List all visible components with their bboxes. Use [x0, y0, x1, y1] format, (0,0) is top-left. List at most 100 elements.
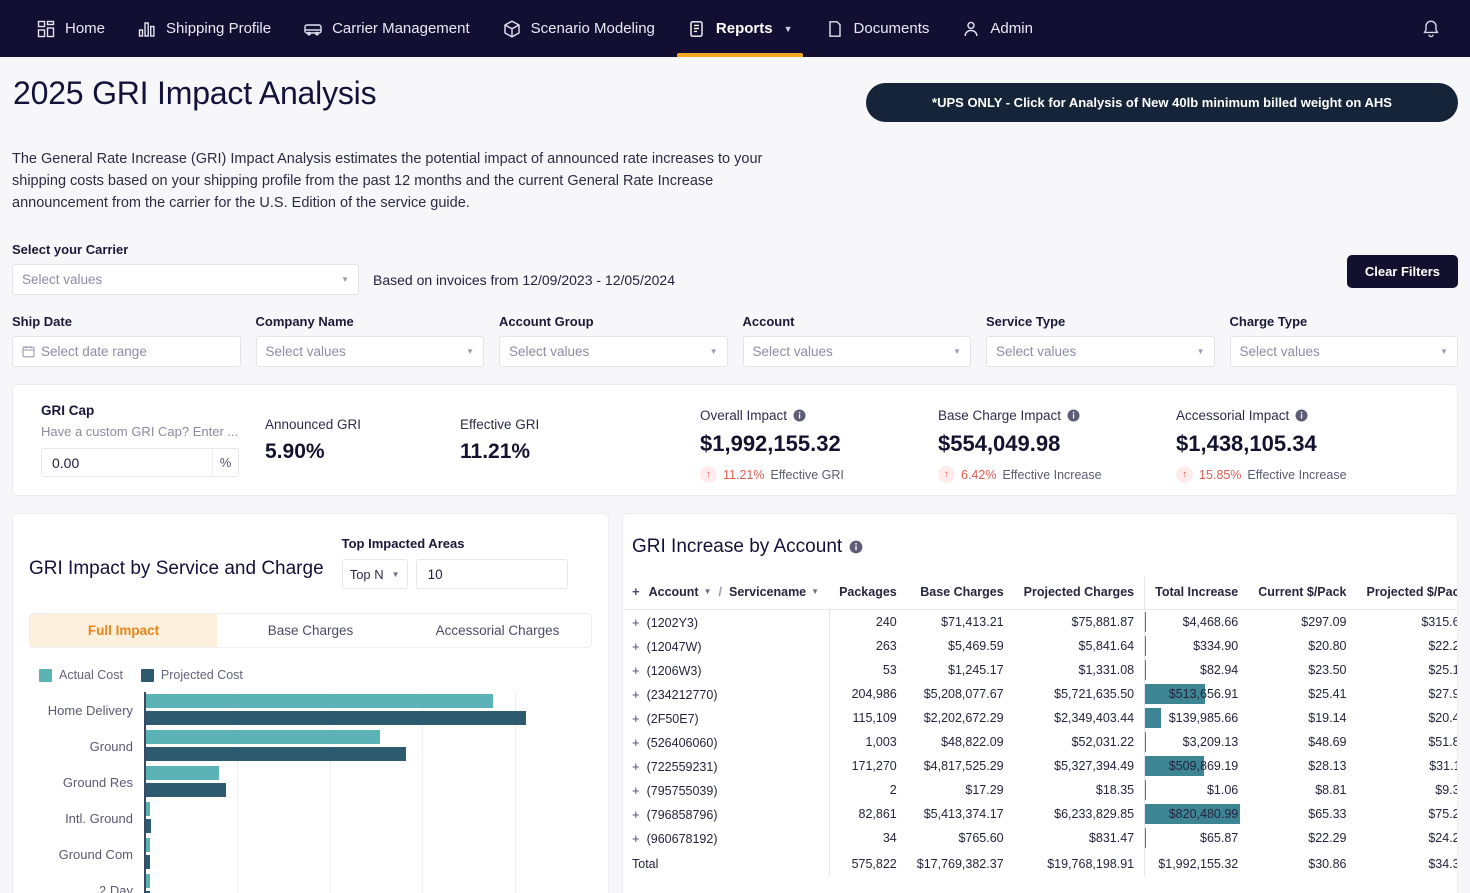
- ups-analysis-banner-button[interactable]: *UPS ONLY - Click for Analysis of New 40…: [866, 83, 1458, 122]
- carrier-select[interactable]: Select values ▼: [12, 264, 359, 295]
- tab-full-impact[interactable]: Full Impact: [30, 614, 217, 647]
- cell-projected-charges: $75,881.87: [1071, 615, 1135, 629]
- company-name-select[interactable]: Select values ▼: [255, 336, 484, 367]
- table-row[interactable]: + (960678192) 34 $765.60 $831.47 $65.87 $22.29…: [623, 826, 1457, 850]
- bar-projected-cost[interactable]: [146, 747, 407, 761]
- bar-projected-cost[interactable]: [146, 783, 227, 797]
- table-row[interactable]: + (796858796) 82,861 $5,413,374.17 $6,233,82…: [623, 802, 1457, 826]
- col-account-servicename[interactable]: + Account ▼ / Servicename ▼: [623, 577, 830, 610]
- bar-actual-cost[interactable]: [146, 694, 493, 708]
- topn-value-input[interactable]: 10: [415, 559, 568, 589]
- cell-account[interactable]: + (722559231): [623, 754, 830, 778]
- ship-date-input[interactable]: Select date range: [12, 336, 241, 367]
- tab-accessorial-charges[interactable]: Accessorial Charges: [404, 614, 591, 647]
- expand-row-icon[interactable]: +: [632, 783, 640, 798]
- total-increase-value: $334.90: [1193, 639, 1239, 653]
- chevron-down-icon[interactable]: ▼: [704, 587, 712, 596]
- cell-account[interactable]: + (1206W3): [623, 658, 830, 682]
- cell-account[interactable]: + (526406060): [623, 730, 830, 754]
- chart-category-label: Ground Com: [58, 846, 133, 862]
- nav-item-label: Admin: [990, 20, 1033, 37]
- col-current-per-pack[interactable]: Current $/Pack: [1248, 577, 1357, 610]
- bar-projected-cost[interactable]: [146, 855, 151, 869]
- cell-account[interactable]: + (960678192): [623, 826, 830, 850]
- table-row[interactable]: + (2F50E7) 115,109 $2,202,672.29 $2,349,403.…: [623, 706, 1457, 730]
- gri-cap-input[interactable]: [42, 454, 212, 471]
- table-row[interactable]: + (1202Y3) 240 $71,413.21 $75,881.87 $4,468.6…: [623, 609, 1457, 634]
- report-icon: [687, 19, 707, 39]
- nav-item-documents[interactable]: Documents: [809, 0, 946, 57]
- expand-row-icon[interactable]: +: [632, 831, 640, 846]
- info-icon[interactable]: [849, 540, 863, 554]
- charge-type-select[interactable]: Select values ▼: [1229, 336, 1458, 367]
- nav-item-home[interactable]: Home: [20, 0, 121, 57]
- info-icon[interactable]: [1295, 409, 1308, 422]
- bar-actual-cost[interactable]: [146, 730, 381, 744]
- truck-icon: [303, 19, 323, 39]
- expand-all-icon[interactable]: +: [632, 584, 640, 599]
- col-projected-charges[interactable]: Projected Charges: [1013, 577, 1145, 610]
- cell-account[interactable]: + (1202Y3): [623, 609, 830, 634]
- expand-row-icon[interactable]: +: [632, 615, 640, 630]
- table-row[interactable]: + (722559231) 171,270 $4,817,525.29 $5,327,3…: [623, 754, 1457, 778]
- effective-gri-value: 11.21%: [460, 440, 531, 463]
- expand-row-icon[interactable]: +: [632, 687, 640, 702]
- bar-projected-cost[interactable]: [146, 819, 151, 833]
- info-icon[interactable]: [793, 409, 806, 422]
- table-row[interactable]: + (795755039) 2 $17.29 $18.35 $1.06 $8.81 $9.35: [623, 778, 1457, 802]
- account-select[interactable]: Select values ▼: [742, 336, 971, 367]
- table-row[interactable]: + (526406060) 1,003 $48,822.09 $52,031.22 $3,…: [623, 730, 1457, 754]
- service-type-select[interactable]: Select values ▼: [986, 336, 1215, 367]
- clear-filters-button[interactable]: Clear Filters: [1346, 255, 1458, 288]
- col-total-increase[interactable]: Total Increase: [1144, 577, 1249, 610]
- nav-item-scenario-modeling[interactable]: Scenario Modeling: [486, 0, 671, 57]
- table-row[interactable]: + (1206W3) 53 $1,245.17 $1,331.08 $82.94 $23.5…: [623, 658, 1457, 682]
- nav-item-label: Carrier Management: [332, 20, 470, 37]
- bar-actual-cost[interactable]: [146, 802, 151, 816]
- nav-items: Home Shipping Profile Carrier Management: [20, 0, 1420, 57]
- accessorial-impact-label-text: Accessorial Impact: [1176, 408, 1290, 423]
- account-group-select[interactable]: Select values ▼: [499, 336, 728, 367]
- cell-total-current-per-pack: $30.86: [1308, 857, 1347, 871]
- expand-row-icon[interactable]: +: [632, 663, 640, 678]
- col-packages[interactable]: Packages: [829, 577, 907, 610]
- info-icon[interactable]: [1067, 409, 1080, 422]
- gri-cap-input-wrapper[interactable]: %: [41, 448, 239, 477]
- filter-account: Account Select values ▼: [742, 314, 971, 367]
- cell-account[interactable]: + (796858796): [623, 802, 830, 826]
- table-title-text: GRI Increase by Account: [632, 536, 843, 557]
- title-row: 2025 GRI Impact Analysis *UPS ONLY - Cli…: [12, 57, 1458, 122]
- bar-projected-cost[interactable]: [146, 711, 526, 725]
- cell-current-per-pack: $297.09: [1301, 615, 1347, 629]
- tab-base-charges[interactable]: Base Charges: [217, 614, 404, 647]
- cell-account[interactable]: + (12047W): [623, 634, 830, 658]
- percent-suffix: %: [212, 449, 238, 476]
- bar-actual-cost[interactable]: [146, 874, 151, 888]
- bar-actual-cost[interactable]: [146, 766, 219, 780]
- expand-row-icon[interactable]: +: [632, 711, 640, 726]
- col-base-charges[interactable]: Base Charges: [906, 577, 1014, 610]
- col-projected-per-pack[interactable]: Projected $/Pack: [1356, 577, 1457, 610]
- expand-row-icon[interactable]: +: [632, 639, 640, 654]
- expand-row-icon[interactable]: +: [632, 759, 640, 774]
- nav-item-carrier-management[interactable]: Carrier Management: [287, 0, 486, 57]
- chevron-down-icon[interactable]: ▼: [784, 24, 793, 34]
- base-charge-impact-delta: ↑ 6.42% Effective Increase: [938, 466, 1176, 483]
- chevron-down-icon[interactable]: ▼: [811, 587, 819, 596]
- nav-item-reports[interactable]: Reports ▼: [671, 0, 809, 57]
- cell-account[interactable]: + (2F50E7): [623, 706, 830, 730]
- nav-item-shipping-profile[interactable]: Shipping Profile: [121, 0, 287, 57]
- cell-account[interactable]: + (234212770): [623, 682, 830, 706]
- nav-item-admin[interactable]: Admin: [945, 0, 1049, 57]
- cell-account[interactable]: + (795755039): [623, 778, 830, 802]
- cell-base-charges: $5,208,077.67: [923, 687, 1004, 701]
- table-row[interactable]: + (12047W) 263 $5,469.59 $5,841.64 $334.90 $20…: [623, 634, 1457, 658]
- nav-item-label: Documents: [853, 20, 930, 37]
- bell-icon[interactable]: [1420, 18, 1452, 40]
- table-row[interactable]: + (234212770) 204,986 $5,208,077.67 $5,721,6…: [623, 682, 1457, 706]
- topn-mode-select[interactable]: Top N ▼: [341, 559, 408, 589]
- grid-icon: [36, 19, 56, 39]
- bar-actual-cost[interactable]: [146, 838, 151, 852]
- expand-row-icon[interactable]: +: [632, 807, 640, 822]
- expand-row-icon[interactable]: +: [632, 735, 640, 750]
